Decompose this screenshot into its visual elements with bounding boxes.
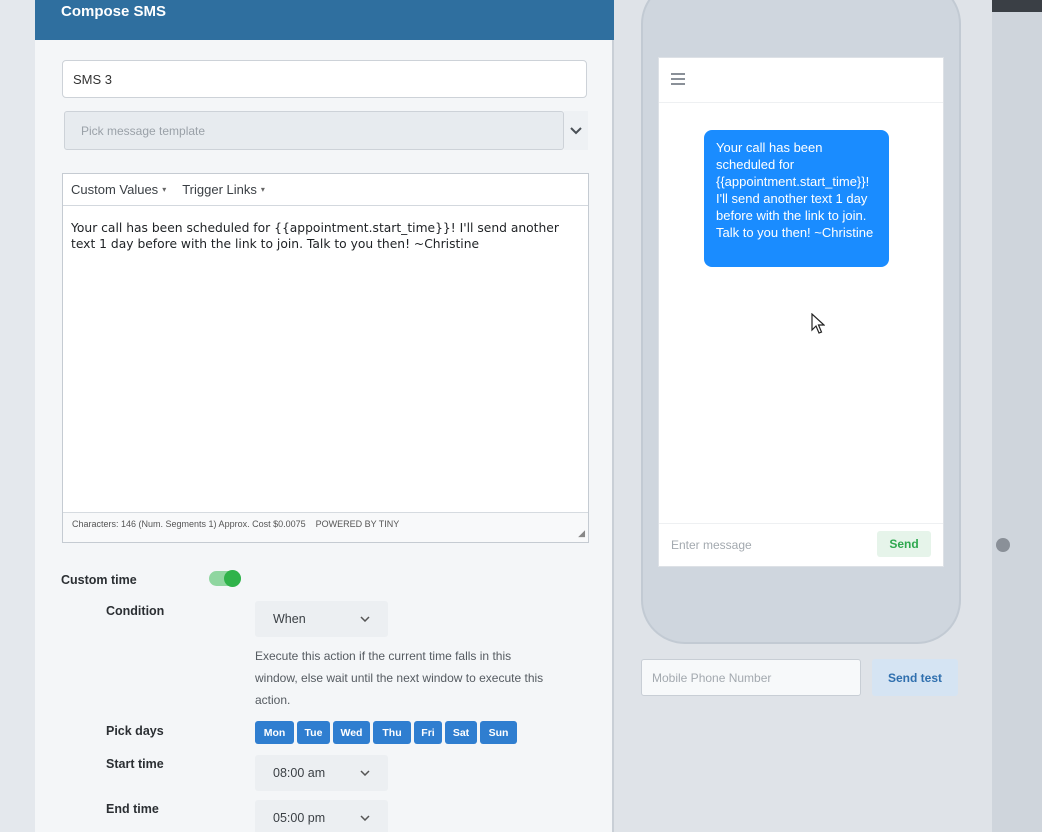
pick-days-label: Pick days (106, 724, 164, 738)
message-bubble: Your call has been scheduled for {{appoi… (704, 130, 889, 267)
send-test-button[interactable]: Send test (872, 659, 958, 696)
day-sat-button[interactable]: Sat (445, 721, 477, 744)
compose-panel: Compose SMS Pick message template Custom… (35, 0, 614, 832)
custom-time-label: Custom time (61, 573, 137, 587)
day-thu-button[interactable]: Thu (373, 721, 411, 744)
sms-name-input[interactable] (62, 60, 587, 98)
hamburger-menu-icon[interactable] (671, 73, 685, 85)
chevron-down-icon (360, 770, 370, 776)
condition-label: Condition (106, 604, 165, 618)
mouse-cursor-icon (811, 313, 825, 334)
character-count: Characters: 146 (Num. Segments 1) Approx… (72, 519, 306, 529)
custom-values-label: Custom Values (71, 182, 159, 197)
chevron-down-icon (570, 126, 582, 134)
template-select[interactable]: Pick message template (64, 111, 564, 150)
day-wed-button[interactable]: Wed (333, 721, 370, 744)
powered-by-tiny[interactable]: POWERED BY TINY (316, 519, 400, 542)
preview-message-input[interactable] (671, 536, 861, 554)
day-tue-button[interactable]: Tue (297, 721, 330, 744)
compose-header: Compose SMS (35, 0, 614, 40)
editor-toolbar: Custom Values ▾ Trigger Links ▾ (63, 174, 588, 206)
right-background (992, 0, 1042, 832)
circle-icon (996, 538, 1010, 552)
left-background (0, 0, 35, 832)
day-buttons: Mon Tue Wed Thu Fri Sat Sun (255, 721, 520, 744)
start-time-value: 08:00 am (273, 766, 326, 780)
end-time-select[interactable]: 05:00 pm (255, 800, 388, 832)
toggle-knob (224, 570, 241, 587)
composer-divider (659, 523, 943, 524)
screen-divider (659, 102, 943, 103)
custom-time-toggle[interactable] (209, 570, 241, 587)
trigger-links-label: Trigger Links (182, 182, 257, 197)
editor-body[interactable]: Your call has been scheduled for {{appoi… (63, 206, 588, 512)
day-mon-button[interactable]: Mon (255, 721, 294, 744)
editor-status-bar: Characters: 146 (Num. Segments 1) Approx… (63, 512, 588, 542)
mobile-phone-input[interactable] (641, 659, 861, 696)
chevron-down-icon (360, 616, 370, 622)
chevron-down-icon (360, 815, 370, 821)
day-sun-button[interactable]: Sun (480, 721, 517, 744)
condition-help-text: Execute this action if the current time … (255, 649, 544, 707)
preview-send-button[interactable]: Send (877, 531, 931, 557)
template-chevron[interactable] (564, 111, 588, 150)
end-time-label: End time (106, 802, 159, 816)
message-editor: Custom Values ▾ Trigger Links ▾ Your cal… (62, 173, 589, 543)
dark-strip (992, 0, 1042, 12)
end-time-value: 05:00 pm (273, 811, 326, 825)
start-time-label: Start time (106, 757, 164, 771)
start-time-select[interactable]: 08:00 am (255, 755, 388, 791)
resize-handle-icon[interactable]: ◢ (578, 528, 585, 539)
caret-down-icon: ▾ (260, 185, 265, 194)
phone-preview-screen: Your call has been scheduled for {{appoi… (658, 57, 944, 567)
condition-value: When (273, 612, 306, 626)
condition-select[interactable]: When (255, 601, 388, 637)
caret-down-icon: ▾ (162, 185, 167, 194)
day-fri-button[interactable]: Fri (414, 721, 442, 744)
custom-values-menu[interactable]: Custom Values ▾ (71, 182, 166, 197)
trigger-links-menu[interactable]: Trigger Links ▾ (182, 182, 265, 197)
